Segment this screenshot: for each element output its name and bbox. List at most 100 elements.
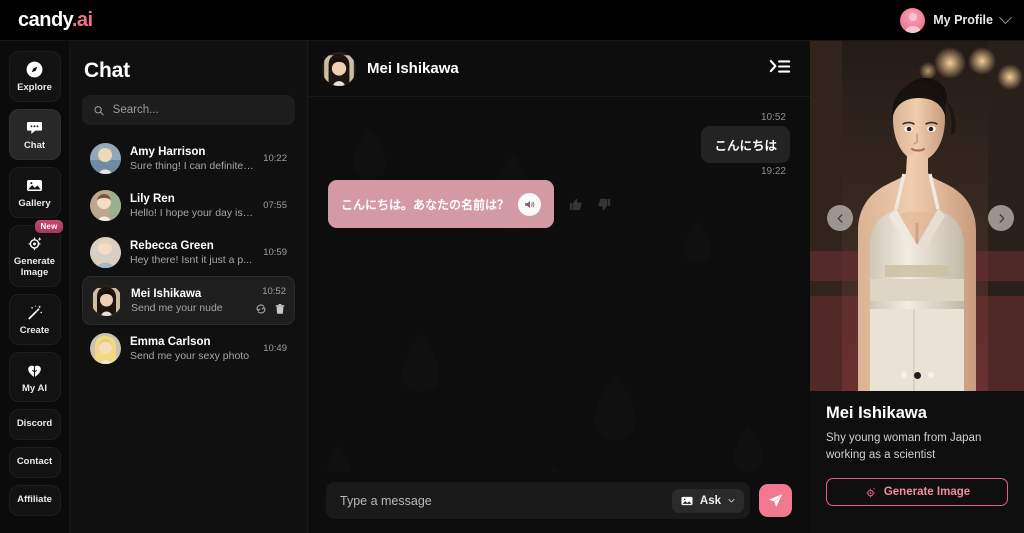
avatar [90,190,121,221]
conversation-text: Mei Ishikawa Send me your nude [131,288,246,314]
sidebar-item-gallery[interactable]: Gallery [8,166,61,218]
conversation-preview: Sure thing! I can definitel... [130,159,255,172]
sidebar-item-chat[interactable]: Chat [8,108,61,160]
chat-title: Mei Ishikawa [367,60,459,77]
message-composer[interactable]: Ask [326,482,750,519]
message-timestamp: 19:22 [760,166,786,177]
brand-logo[interactable]: candy.ai [18,9,93,32]
sidebar-item-generate-image[interactable]: New Generate Image [8,219,63,287]
sidebar-item-contact[interactable]: Contact [8,447,61,479]
sparkle-gear-icon [866,487,876,498]
collapse-panel-icon [769,59,791,73]
avatar [91,285,122,316]
character-description: Shy young woman from Japan working as a … [826,432,982,461]
conversation-time: 10:59 [263,247,287,258]
assistant-message-row: こんにちは。あなたの名前は？ [328,180,790,228]
carousel-next-button[interactable] [988,205,1014,231]
avatar [90,333,121,364]
new-badge: New [35,219,63,233]
thumbs-up-icon[interactable] [568,197,583,212]
image-icon [681,496,693,505]
carousel-dot[interactable] [900,372,907,378]
speaker-button[interactable] [518,192,542,216]
conversation-item-mei-ishikawa[interactable]: Mei Ishikawa Send me your nude 10:52 [82,276,295,325]
sidebar-item-explore[interactable]: Explore [8,51,61,102]
character-panel: Mei Ishikawa Shy young woman from Japan … [810,41,1024,533]
conversation-time: 10:49 [263,343,287,354]
conversation-text: Lily Ren Hello! I hope your day is g... [130,193,254,219]
send-button[interactable] [759,484,792,517]
generate-image-button[interactable]: Generate Image [826,478,1008,507]
conversation-item-emma-carlson[interactable]: Emma Carlson Send me your sexy photo 10:… [82,325,295,372]
conversation-text: Amy Harrison Sure thing! I can definitel… [130,146,254,172]
search-box[interactable] [82,95,295,125]
top-bar: candy.ai My Profile [0,0,1024,41]
conversation-item-rebecca-green[interactable]: Rebecca Green Hey there! Isnt it just a … [82,229,295,276]
magic-wand-icon [28,304,43,320]
collapse-panel-button[interactable] [766,54,794,84]
sidebar-item-affiliate[interactable]: Affiliate [8,485,61,517]
sidebar-item-my-ai[interactable]: My AI [8,351,61,403]
character-name: Mei Ishikawa [826,404,927,422]
sidebar-item-label: Generate Image [13,255,56,278]
composer-area: Ask [308,472,810,533]
ask-label: Ask [699,494,721,507]
conversation-name: Mei Ishikawa [131,287,202,300]
conversation-meta: 10:49 [263,343,287,354]
avatar [900,7,926,33]
conversation-preview: Hello! I hope your day is g... [130,206,255,219]
send-icon [768,494,783,508]
sidebar-item-label: Contact [16,456,53,468]
conversation-preview: Send me your sexy photo [130,349,250,362]
sidebar-item-label: Chat [23,139,46,151]
conversation-meta: 10:52 [255,286,286,315]
sidebar-item-discord[interactable]: Discord [8,409,61,441]
avatar[interactable] [322,51,356,86]
ask-mode-selector[interactable]: Ask [671,488,744,513]
app-body: Explore Chat Gallery New Generate Image … [0,41,1024,533]
sidebar-item-label: Explore [17,82,52,93]
app-root: candy.ai My Profile Explore Chat Gallery… [0,0,1024,533]
thumbs-down-icon[interactable] [597,197,612,212]
refresh-icon[interactable] [255,303,267,315]
profile-menu[interactable]: My Profile [900,7,1012,33]
conversation-time: 10:22 [263,153,287,164]
conversation-item-amy-harrison[interactable]: Amy Harrison Sure thing! I can definitel… [82,135,295,182]
search-icon [94,105,104,115]
brand-suffix: .ai [71,8,93,31]
sidebar-item-label: My AI [22,382,47,394]
chevron-down-icon [999,10,1012,24]
trash-icon[interactable] [274,303,286,315]
carousel-dot[interactable] [927,372,934,378]
sidebar: Explore Chat Gallery New Generate Image … [0,41,70,533]
message-timestamp: 10:52 [760,112,786,123]
avatar [90,143,121,174]
conversation-actions [255,303,286,315]
character-image [810,41,1024,391]
sidebar-item-create[interactable]: Create [8,293,61,345]
conversation-text: Rebecca Green Hey there! Isnt it just a … [130,240,254,266]
chevron-left-icon [837,213,842,223]
conversation-meta: 10:59 [263,247,287,258]
conversation-meta: 10:22 [263,153,287,164]
sidebar-item-label: Affiliate [17,494,52,506]
conversation-list-panel: Chat Amy Harrison Sure thing! I can defi… [70,41,308,533]
carousel-dot-active[interactable] [913,372,921,379]
brand-name: candy [18,8,72,31]
sidebar-item-label: Discord [16,418,53,430]
heart-icon [28,365,41,377]
sparkle-gear-icon [28,236,42,251]
avatar [90,237,121,268]
search-input[interactable] [112,104,284,116]
message-input[interactable] [340,493,664,508]
carousel-prev-button[interactable] [827,205,853,231]
conversation-name: Amy Harrison [130,145,206,158]
conversation-text: Emma Carlson Send me your sexy photo [130,336,254,362]
message-bubble-assistant: こんにちは。あなたの名前は？ [328,180,555,228]
conversation-name: Emma Carlson [130,335,211,348]
message-thread: 10:52 こんにちは 19:22 こんにちは。あなたの名前は？ [328,109,790,228]
conversation-item-lily-ren[interactable]: Lily Ren Hello! I hope your day is g... … [82,182,295,229]
compass-icon [26,61,43,78]
message-text: こんにちは。あなたの名前は？ [341,197,510,212]
chat-bubble-icon [26,121,43,134]
